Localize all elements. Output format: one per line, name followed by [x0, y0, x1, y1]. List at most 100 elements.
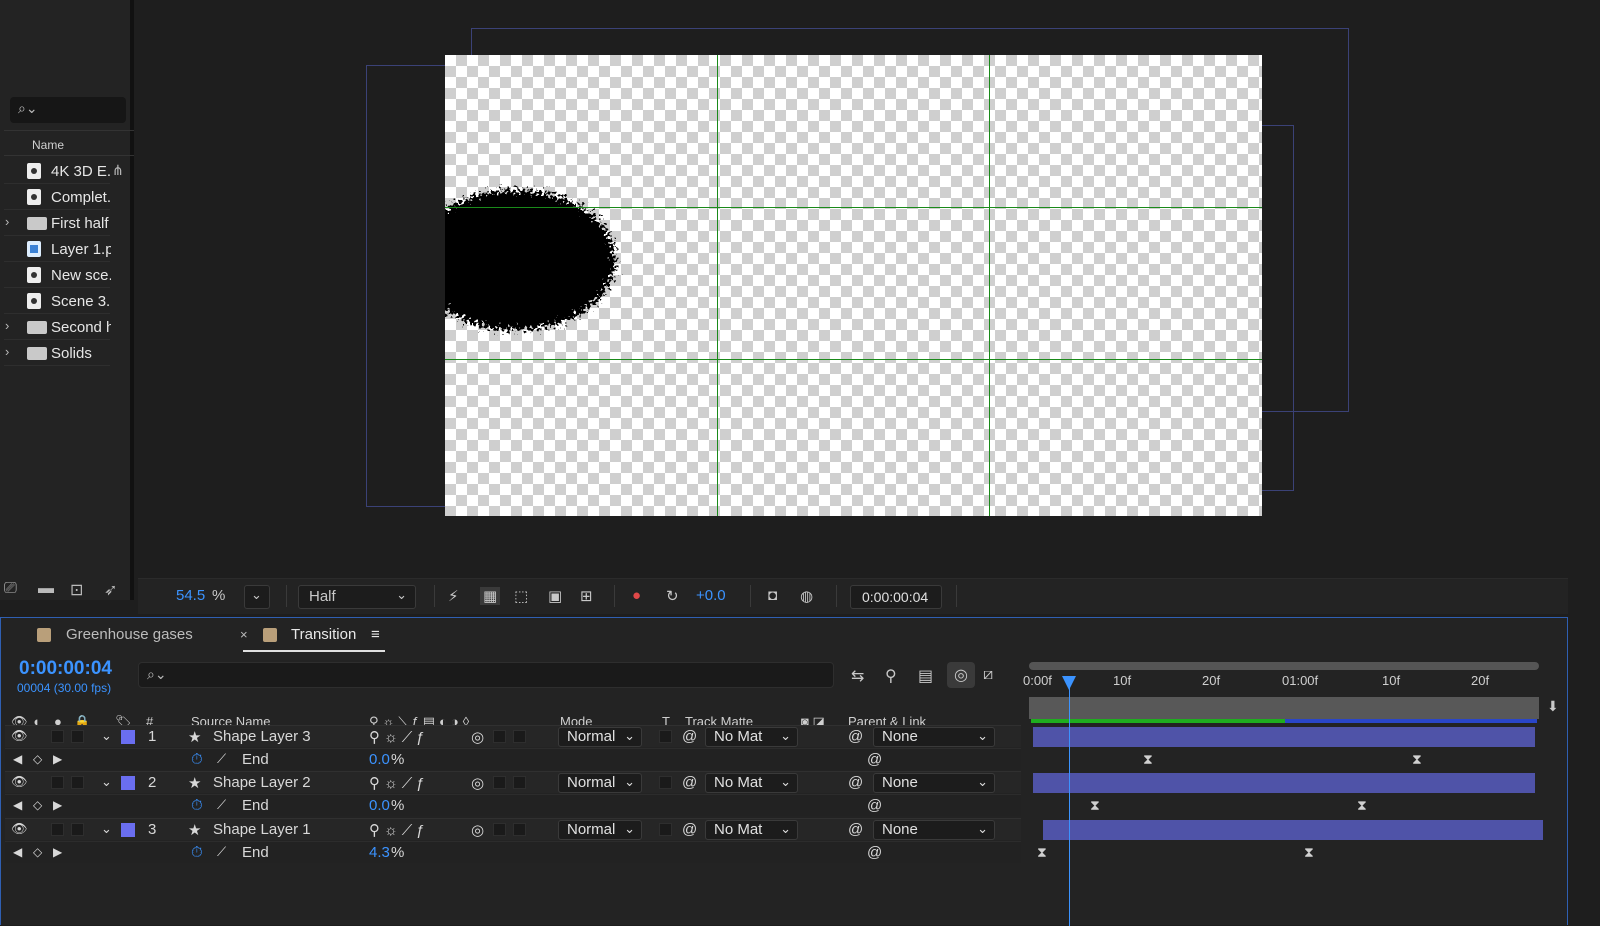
next-keyframe-icon[interactable]: ▶	[53, 752, 62, 766]
lock-toggle[interactable]	[71, 730, 84, 743]
prev-keyframe-icon[interactable]: ◀	[13, 752, 22, 766]
preserve-transparency-toggle[interactable]	[659, 823, 672, 836]
chevron-right-icon[interactable]: ›	[5, 344, 9, 359]
eye-icon[interactable]: 👁	[11, 774, 28, 790]
property-row[interactable]: ◀ ◇ ▶ ⏱ ⟋ End 4.3 % @	[5, 841, 1021, 863]
adjustment-toggle[interactable]	[493, 823, 506, 836]
keyframe-icon[interactable]: ⧗	[1304, 844, 1314, 861]
keyframe-icon[interactable]: ⧗	[1037, 844, 1047, 861]
motion-blur-icon[interactable]: ◎	[471, 728, 484, 746]
playhead-line[interactable]	[1069, 678, 1070, 926]
preserve-transparency-toggle[interactable]	[659, 776, 672, 789]
grid-guides-icon[interactable]: ⊞	[580, 587, 593, 605]
keyframe-icon[interactable]: ⧗	[1143, 751, 1153, 768]
layer-duration-bar[interactable]	[1033, 727, 1535, 747]
layer-label-color[interactable]	[121, 776, 135, 790]
show-snapshot-icon[interactable]: ◍	[800, 587, 813, 605]
new-folder-icon[interactable]: ▬	[38, 580, 54, 598]
chevron-right-icon[interactable]: ›	[5, 318, 9, 333]
next-keyframe-icon[interactable]: ▶	[53, 798, 62, 812]
exposure-value[interactable]: +0.0	[696, 587, 726, 604]
chevron-down-icon[interactable]: ⌄	[101, 774, 112, 790]
parent-pickwhip-icon[interactable]: @	[848, 821, 863, 838]
add-keyframe-icon[interactable]: ◇	[33, 798, 42, 812]
frame-blending-icon[interactable]: ◎	[947, 662, 975, 688]
motion-blur-icon[interactable]: ◎	[471, 821, 484, 839]
layer-name[interactable]: Shape Layer 1	[213, 821, 311, 838]
parent-dropdown[interactable]: None ⌄	[873, 820, 995, 840]
graph-editor-icon[interactable]: ⧄	[983, 666, 993, 684]
graph-icon[interactable]: ⟋	[217, 751, 226, 767]
project-item[interactable]: › Solids	[0, 340, 134, 366]
composition-canvas[interactable]	[445, 55, 1262, 516]
mode-dropdown[interactable]: Normal ⌄	[558, 727, 642, 747]
parent-dropdown[interactable]: None ⌄	[873, 727, 995, 747]
project-item[interactable]: 4K 3D E... ⋔	[0, 158, 134, 184]
layer-switches[interactable]: ⚲☼⟋ƒ	[369, 774, 429, 792]
expression-pickwhip-icon[interactable]: @	[867, 797, 882, 814]
current-time[interactable]: 0:00:00:04	[19, 658, 112, 680]
lock-toggle[interactable]	[71, 823, 84, 836]
comp-marker-bin-icon[interactable]: ⬇	[1547, 698, 1559, 715]
layer-row[interactable]: 👁 ⌄ 1 ★ Shape Layer 3 ⚲☼⟋ƒ ◎ Normal ⌄ @ N…	[5, 725, 1021, 747]
matte-pickwhip-icon[interactable]: @	[682, 774, 697, 791]
add-keyframe-icon[interactable]: ◇	[33, 845, 42, 859]
property-value[interactable]: 4.3	[369, 844, 390, 861]
3d-layer-toggle[interactable]	[513, 776, 526, 789]
track-matte-dropdown[interactable]: No Mat ⌄	[705, 727, 798, 747]
prev-keyframe-icon[interactable]: ◀	[13, 845, 22, 859]
expression-pickwhip-icon[interactable]: @	[867, 844, 882, 861]
keyframe-icon[interactable]: ⧗	[1090, 797, 1100, 814]
property-value[interactable]: 0.0	[369, 751, 390, 768]
project-column-header[interactable]: Name	[4, 130, 134, 156]
layer-label-color[interactable]	[121, 823, 135, 837]
timeline-graph[interactable]: 0:00f 10f 20f 01:00f 10f 20f ⬇ ⧗ ⧗ ⧗ ⧗ ⧗…	[1023, 658, 1569, 926]
region-of-interest-icon[interactable]: ▣	[548, 587, 562, 605]
stopwatch-icon[interactable]: ⏱	[191, 797, 203, 814]
zoom-value[interactable]: 54.5	[176, 587, 205, 604]
chevron-down-icon[interactable]: ⌄	[101, 728, 112, 744]
project-item[interactable]: Layer 1.p	[0, 236, 134, 262]
prev-keyframe-icon[interactable]: ◀	[13, 798, 22, 812]
layer-switches[interactable]: ⚲☼⟋ƒ	[369, 821, 429, 839]
reset-exposure-icon[interactable]: ↻	[666, 587, 679, 605]
layer-switches[interactable]: ⚲☼⟋ƒ	[369, 728, 429, 746]
expression-pickwhip-icon[interactable]: @	[867, 751, 882, 768]
solo-toggle[interactable]	[51, 823, 64, 836]
panel-menu-icon[interactable]: ≡	[371, 626, 380, 643]
parent-pickwhip-icon[interactable]: @	[848, 728, 863, 745]
add-keyframe-icon[interactable]: ◇	[33, 752, 42, 766]
solo-toggle[interactable]	[51, 730, 64, 743]
layer-row[interactable]: 👁 ⌄ 2 ★ Shape Layer 2 ⚲☼⟋ƒ ◎ Normal ⌄ @ N…	[5, 771, 1021, 793]
tab-greenhouse-gases[interactable]: Greenhouse gases ×	[37, 626, 248, 652]
preserve-transparency-toggle[interactable]	[659, 730, 672, 743]
layer-duration-bar[interactable]	[1033, 773, 1535, 793]
interpret-footage-icon[interactable]: ⎚	[4, 580, 17, 598]
composition-mini-flowchart-icon[interactable]: ⇆	[851, 666, 864, 686]
project-search-input[interactable]: ⌕⌄	[10, 97, 126, 123]
layer-label-color[interactable]	[121, 730, 135, 744]
3d-layer-toggle[interactable]	[513, 823, 526, 836]
eye-icon[interactable]: 👁	[11, 728, 28, 744]
fast-previews-icon[interactable]: ⚡	[448, 587, 459, 605]
keyframe-icon[interactable]: ⧗	[1357, 797, 1367, 814]
zoom-dropdown[interactable]: ⌄	[244, 585, 270, 609]
property-value[interactable]: 0.0	[369, 797, 390, 814]
eye-icon[interactable]: 👁	[11, 821, 28, 837]
chevron-down-icon[interactable]: ⌄	[101, 821, 112, 837]
track-matte-dropdown[interactable]: No Mat ⌄	[705, 773, 798, 793]
graph-icon[interactable]: ⟋	[217, 844, 226, 860]
resolution-dropdown[interactable]: Half ⌄	[298, 585, 416, 609]
new-composition-icon[interactable]: ⊡	[70, 580, 83, 600]
time-navigator[interactable]	[1029, 662, 1539, 670]
tab-transition[interactable]: Transition ≡	[243, 626, 385, 652]
property-row[interactable]: ◀ ◇ ▶ ⏱ ⟋ End 0.0 % @	[5, 748, 1021, 770]
layer-name[interactable]: Shape Layer 3	[213, 728, 311, 745]
graph-icon[interactable]: ⟋	[217, 797, 226, 813]
track-matte-dropdown[interactable]: No Mat ⌄	[705, 820, 798, 840]
project-item[interactable]: › First half	[0, 210, 134, 236]
project-item[interactable]: › Second h	[0, 314, 134, 340]
adjustment-toggle[interactable]	[493, 730, 506, 743]
adjustment-toggle[interactable]	[493, 776, 506, 789]
hide-shy-layers-icon[interactable]: ▤	[918, 666, 933, 686]
